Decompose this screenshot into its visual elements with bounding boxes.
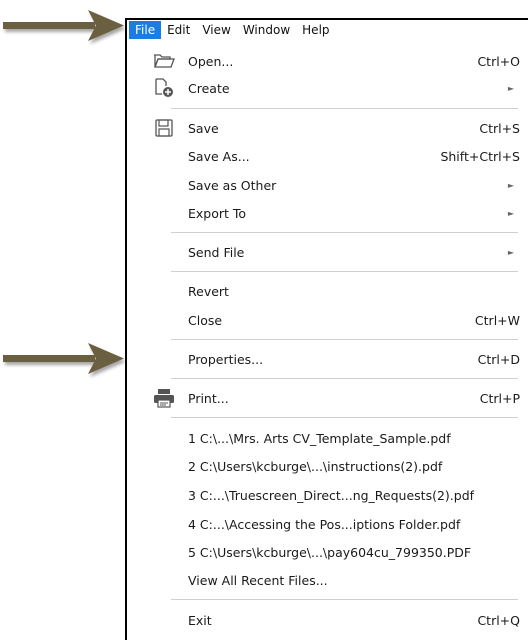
recent-file-item[interactable]: 2 C:\Users\kcburge\...\instructions(2).p… (129, 453, 528, 479)
menu-item-label: Save (188, 120, 219, 136)
menu-separator (171, 108, 518, 109)
menu-item-save-as-other[interactable]: Save as Other ► (129, 172, 528, 198)
menu-item-print[interactable]: Print... Ctrl+P (129, 385, 528, 411)
shortcut-label: Ctrl+S (479, 120, 520, 136)
menu-window[interactable]: Window (237, 21, 296, 39)
recent-file-item[interactable]: 4 C:...\Accessing the Pos...iptions Fold… (129, 511, 528, 537)
recent-file-label: 1 C:\...\Mrs. Arts CV_Template_Sample.pd… (188, 430, 451, 446)
menu-item-label: Open... (188, 53, 234, 69)
create-document-icon (153, 77, 175, 99)
save-disk-icon (153, 117, 175, 139)
menu-help[interactable]: Help (296, 21, 335, 39)
menu-item-create[interactable]: Create ► (129, 75, 528, 101)
folder-open-icon (153, 50, 175, 72)
menu-separator (171, 378, 518, 379)
pointer-arrow-properties-icon (3, 343, 124, 374)
shortcut-label: Ctrl+D (477, 351, 520, 367)
menu-item-open[interactable]: Open... Ctrl+O (129, 48, 528, 74)
menu-separator (171, 417, 518, 418)
menu-item-revert[interactable]: Revert (129, 278, 528, 304)
menu-item-label: Create (188, 80, 230, 96)
menu-item-export-to[interactable]: Export To ► (129, 200, 528, 226)
menu-item-send-file[interactable]: Send File ► (129, 239, 528, 265)
menu-separator (171, 232, 518, 233)
menu-item-save[interactable]: Save Ctrl+S (129, 115, 528, 141)
menu-item-label: Close (188, 312, 223, 328)
submenu-arrow-icon: ► (507, 208, 514, 218)
menu-item-view-all-recent[interactable]: View All Recent Files... (129, 567, 528, 593)
recent-file-item[interactable]: 3 C:...\Truescreen_Direct...ng_Requests(… (129, 482, 528, 508)
recent-file-item[interactable]: 1 C:\...\Mrs. Arts CV_Template_Sample.pd… (129, 425, 528, 451)
menu-item-label: Save As... (188, 148, 250, 164)
submenu-arrow-icon: ► (507, 83, 514, 93)
menu-item-exit[interactable]: Exit Ctrl+Q (129, 607, 528, 633)
application-window: File Edit View Window Help Open... Ctrl+… (125, 18, 528, 640)
shortcut-label: Ctrl+W (474, 312, 520, 328)
menu-item-properties[interactable]: Properties... Ctrl+D (129, 346, 528, 372)
menu-item-label: Send File (188, 244, 245, 260)
recent-file-item[interactable]: 5 C:\Users\kcburge\...\pay604cu_799350.P… (129, 539, 528, 565)
printer-icon (153, 387, 175, 409)
menu-item-label: Print... (188, 390, 229, 406)
menu-separator (171, 271, 518, 272)
menu-view[interactable]: View (196, 21, 236, 39)
recent-file-label: 5 C:\Users\kcburge\...\pay604cu_799350.P… (188, 544, 472, 560)
menu-file[interactable]: File (129, 21, 162, 39)
recent-file-label: 2 C:\Users\kcburge\...\instructions(2).p… (188, 458, 443, 474)
shortcut-label: Ctrl+Q (477, 612, 520, 628)
menu-item-save-as[interactable]: Save As... Shift+Ctrl+S (129, 143, 528, 169)
submenu-arrow-icon: ► (507, 247, 514, 257)
file-menu-dropdown: Open... Ctrl+O Create ► Save Ctrl+S Save… (129, 42, 528, 640)
submenu-arrow-icon: ► (507, 180, 514, 190)
menu-item-label: Save as Other (188, 177, 277, 193)
pointer-arrow-file-icon (3, 10, 124, 41)
shortcut-label: Shift+Ctrl+S (440, 148, 520, 164)
menu-item-label: Revert (188, 283, 229, 299)
menu-item-label: Export To (188, 205, 247, 221)
menu-item-label: Properties... (188, 351, 264, 367)
menu-bar: File Edit View Window Help (129, 20, 528, 40)
recent-file-label: 3 C:...\Truescreen_Direct...ng_Requests(… (188, 487, 475, 503)
shortcut-label: Ctrl+O (477, 53, 520, 69)
menu-separator (171, 599, 518, 600)
menu-edit[interactable]: Edit (161, 21, 196, 39)
menu-item-label: View All Recent Files... (188, 572, 328, 588)
menu-separator (171, 339, 518, 340)
shortcut-label: Ctrl+P (479, 390, 520, 406)
recent-file-label: 4 C:...\Accessing the Pos...iptions Fold… (188, 516, 461, 532)
menu-item-close[interactable]: Close Ctrl+W (129, 307, 528, 333)
menu-item-label: Exit (188, 612, 212, 628)
